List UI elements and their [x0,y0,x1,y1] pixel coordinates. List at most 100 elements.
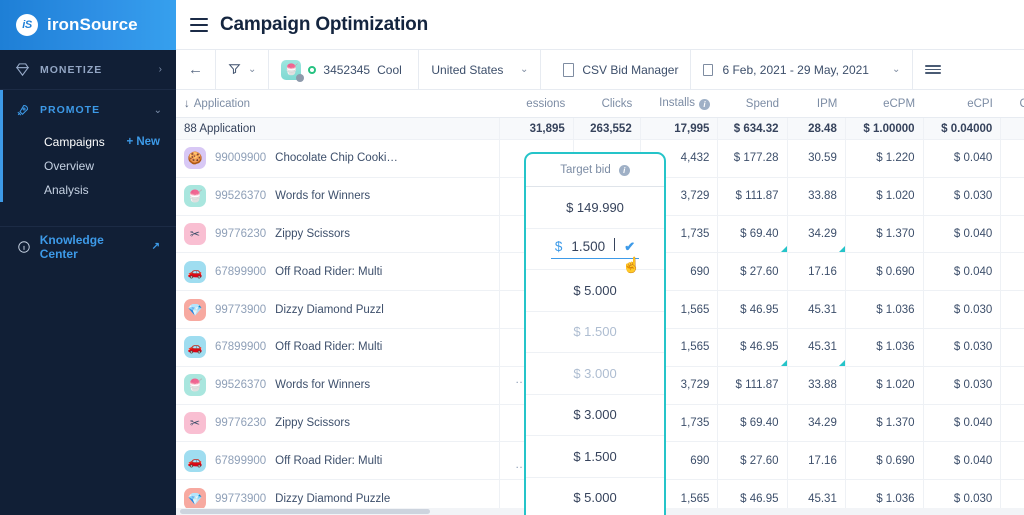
bid-value: $ 1.500 [573,449,616,464]
cell-application: 🍪99009900Chocolate Chip Cooki… [176,140,500,178]
data-table-container[interactable]: ↓Application essions Clicks Installsi Sp… [176,90,1024,515]
page-title: Campaign Optimization [220,14,428,36]
sidebar-label-promote: PROMOTE [40,104,100,116]
hamburger-icon[interactable] [190,18,208,32]
chevron-down-icon: ⌄ [892,64,900,75]
text-caret [614,238,615,251]
column-header-ecpi[interactable]: eCPI [923,90,1001,118]
cell-application: 🚗67899900Off Road Rider: Multi [176,442,500,480]
cupcake-app-icon: 🍧 [281,60,301,80]
summary-clicks: 263,552 [573,118,640,140]
bid-value-row[interactable]: $ 1.500 [526,311,664,353]
csv-bid-manager-label: CSV Bid Manager [582,63,678,77]
column-header-ecpm[interactable]: eCPM [845,90,923,118]
cell-ecpi: $ 0.030 [923,291,1001,329]
check-icon[interactable]: ✔ [624,239,635,255]
filter-button[interactable]: ⌄ [216,50,269,89]
cell-ecpi: $ 0.040 [923,253,1001,291]
knowledge-center-label: Knowledge Center [40,233,144,261]
cell-ecpm: $ 1.036 [845,328,923,366]
sidebar-item-knowledge-center[interactable]: Knowledge Center ↗ [0,226,176,260]
bid-value-row[interactable]: $ 149.990 [526,186,664,228]
summary-application: 88 Application [176,118,500,140]
pointer-hand-icon: ☝ [622,256,641,274]
target-bid-label: Target bid [560,164,611,176]
summary-completions: 0 [1001,118,1024,140]
cell-completions: 1 [1001,215,1024,253]
application-root: iS ironSource MONETIZE › PROMOTE ⌄ [0,0,1024,515]
cupcake-app-icon: 🍧 [184,374,206,396]
sidebar-item-campaigns[interactable]: Campaigns + New [0,130,176,154]
column-header-spend[interactable]: Spend [718,90,787,118]
cell-spend: $ 111.87 [718,366,787,404]
cell-ecpi: $ 0.040 [923,404,1001,442]
country-selector[interactable]: United States ⌄ [419,50,541,89]
column-header-application[interactable]: ↓Application [176,90,500,118]
cell-ipm: 34.29 [787,215,845,253]
sidebar-group-promote: PROMOTE ⌄ Campaigns + New Overview Analy… [0,90,176,202]
csv-bid-manager-button[interactable]: CSV Bid Manager [541,50,691,89]
sidebar-item-analysis[interactable]: Analysis [0,178,176,202]
app-name: Off Road Rider: Multi [275,455,382,467]
cell-completions: 0 [1001,140,1024,178]
date-range-picker[interactable]: 6 Feb, 2021 - 29 May, 2021 ⌄ [691,50,913,89]
sidebar-item-monetize[interactable]: MONETIZE › [0,50,176,90]
cell-ecpm: $ 1.036 [845,291,923,329]
cell-application: 🚗67899900Off Road Rider: Multi [176,328,500,366]
document-icon [563,63,574,77]
summary-ecpm: $ 1.00000 [845,118,923,140]
cell-ecpm: $ 1.370 [845,215,923,253]
bid-value-row[interactable]: $ 3.000 [526,394,664,436]
ironsource-logo-icon: iS [16,14,38,36]
bid-input-row[interactable]: $1.500✔☝ [526,228,664,270]
column-header-clicks[interactable]: Clicks [573,90,640,118]
app-id: 99776230 [215,417,266,429]
filter-bar: ← ⌄ 🍧 3452345 Cool United States ⌄ [176,50,1024,90]
column-header-impressions[interactable]: essions [500,90,573,118]
sidebar-item-overview[interactable]: Overview [0,154,176,178]
scissors-app-icon: ✂ [184,223,206,245]
bid-value: $ 3.000 [573,366,616,381]
brand-logo-area[interactable]: iS ironSource [0,0,176,50]
status-active-icon [308,66,316,74]
cell-application: 🍧99526370Words for Winners [176,177,500,215]
app-name: Zippy Scissors [275,228,350,240]
cell-completions: 0 [1001,328,1024,366]
column-header-installs[interactable]: Installsi [640,90,718,118]
bid-value: $ 1.500 [573,324,616,339]
country-label: United States [431,63,503,77]
sidebar-item-promote[interactable]: PROMOTE ⌄ [0,90,176,130]
app-name: Dizzy Diamond Puzzle [275,493,390,505]
table-settings-button[interactable] [913,50,953,89]
column-header-completions[interactable]: Completions [1001,90,1024,118]
back-button[interactable]: ← [176,50,216,89]
bid-value-row[interactable]: $ 3.000 [526,352,664,394]
campaign-selector[interactable]: 🍧 3452345 Cool [269,50,419,89]
cell-application: 🍧99526370Words for Winners [176,366,500,404]
cell-ipm: 45.31 [787,291,845,329]
target-bid-panel[interactable]: Target bid i $ 149.990$1.500✔☝$ 5.000$ 1… [524,152,666,515]
cell-application: 💎99773900Dizzy Diamond Puzzl [176,291,500,329]
cell-ipm: 33.88 [787,366,845,404]
cell-ecpi: $ 0.040 [923,215,1001,253]
chevron-right-icon: › [159,64,162,75]
main-content: Campaign Optimization + New Campaign ← [176,0,1024,515]
app-name: Chocolate Chip Cooki… [275,152,398,164]
chevron-down-icon: ⌄ [154,105,162,116]
bid-value-row[interactable]: $ 5.000 [526,269,664,311]
new-campaign-link[interactable]: + New [126,136,160,148]
cell-flag-triangle-icon [839,360,845,366]
app-id: 99776230 [215,228,266,240]
column-header-ipm[interactable]: IPM [787,90,845,118]
cell-spend: $ 46.95 [718,291,787,329]
summary-ecpi: $ 0.04000 [923,118,1001,140]
bid-value-row[interactable]: $ 5.000 [526,477,664,515]
info-icon[interactable]: i [619,165,630,176]
cell-flag-triangle-icon [781,246,787,252]
summary-impressions: 31,895 [500,118,573,140]
bid-value-row[interactable]: $ 1.500 [526,435,664,477]
table-summary-row: 88 Application 31,895 263,552 17,995 $ 6… [176,118,1024,140]
cell-spend: $ 111.87 [718,177,787,215]
cell-spend: $ 46.95 [718,328,787,366]
summary-spend: $ 634.32 [718,118,787,140]
